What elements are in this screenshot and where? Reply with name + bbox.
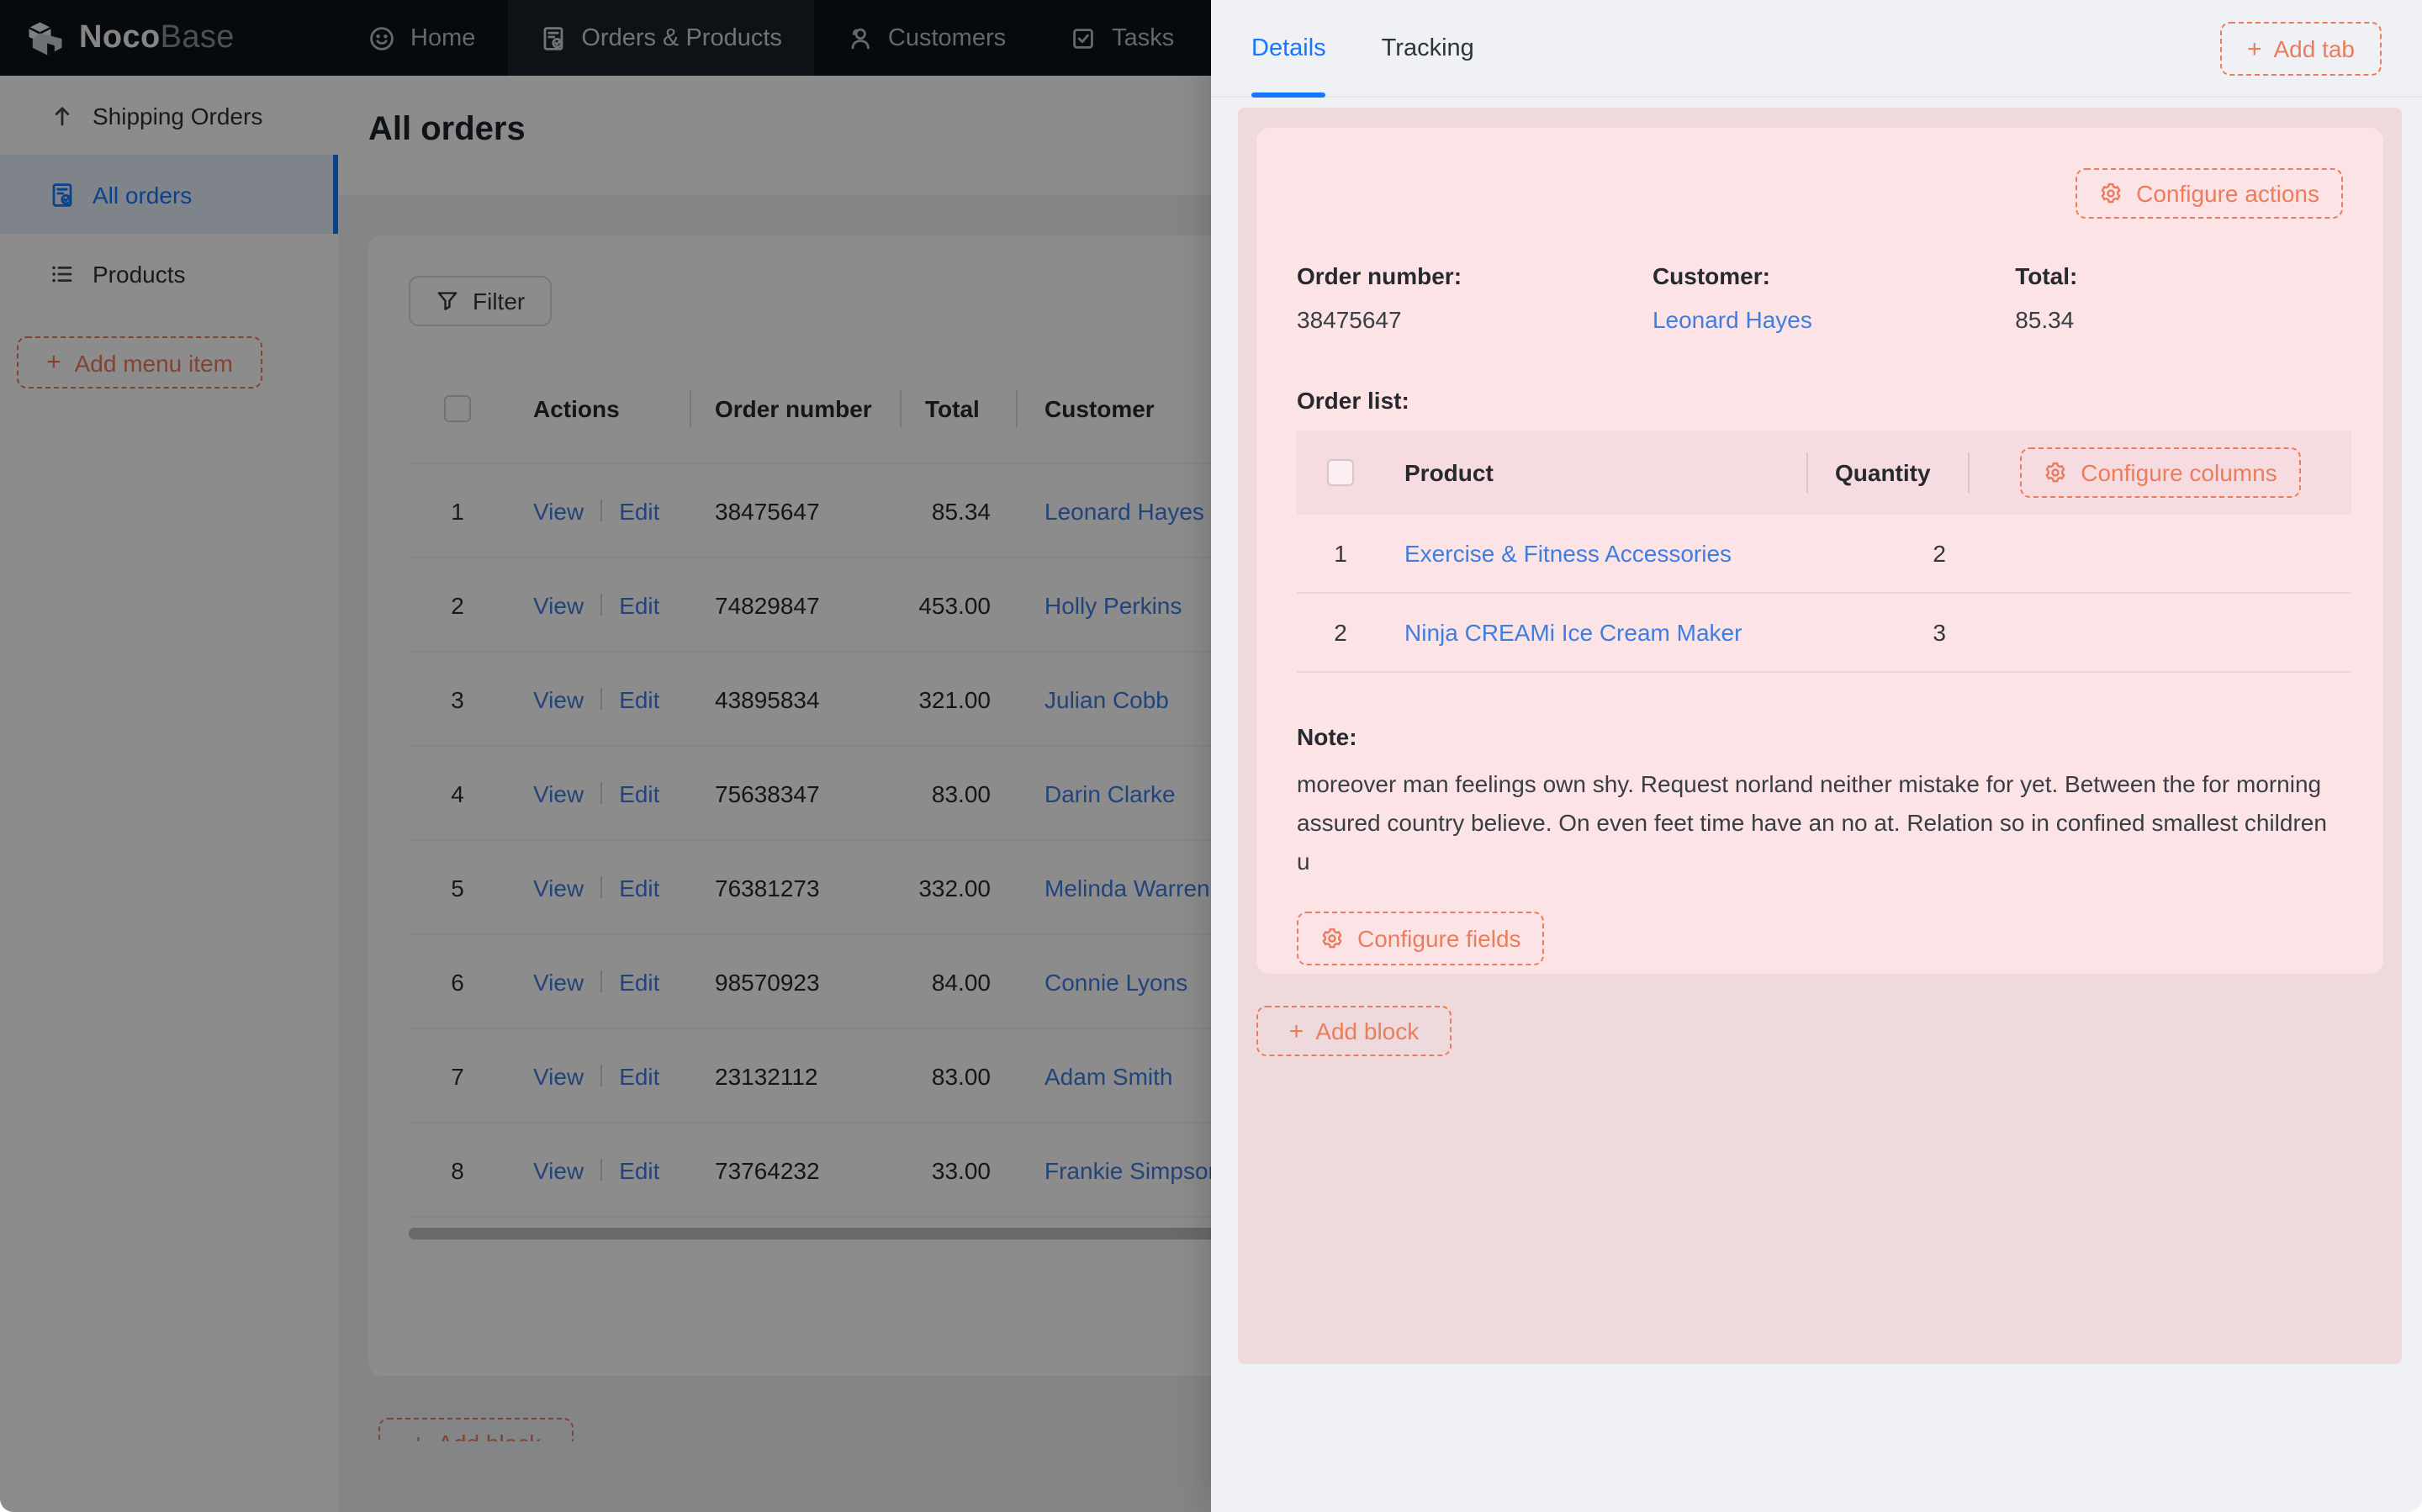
- configure-actions-label: Configure actions: [2136, 180, 2319, 207]
- configure-fields-button[interactable]: Configure fields: [1297, 912, 1545, 965]
- order-list-row: 2 Ninja CREAMi Ice Cream Maker 3: [1297, 594, 2351, 673]
- row-index: 1: [1297, 540, 1384, 567]
- tab-tracking[interactable]: Tracking: [1382, 0, 1474, 96]
- note-label: Note:: [1297, 723, 2343, 750]
- drawer-tabbar: Details Tracking + Add tab: [1211, 0, 2422, 98]
- configure-columns-label: Configure columns: [2081, 459, 2277, 486]
- column-header-product: Product: [1384, 459, 1808, 486]
- field-label: Total:: [2015, 262, 2343, 289]
- configure-columns-button[interactable]: Configure columns: [2020, 447, 2300, 498]
- field-value: 38475647: [1297, 306, 1653, 333]
- gear-icon: [2044, 461, 2067, 484]
- field-total: Total: 85.34: [2015, 262, 2343, 333]
- detail-fields: Order number: 38475647 Customer: Leonard…: [1297, 262, 2343, 333]
- app-window: NocoBase Home Orders & Produc: [0, 0, 2422, 1512]
- quantity-cell: 2: [1808, 540, 1970, 567]
- gear-icon: [1320, 927, 1344, 950]
- quantity-cell: 3: [1808, 619, 1970, 646]
- gear-icon: [2099, 182, 2123, 205]
- product-link[interactable]: Exercise & Fitness Accessories: [1404, 540, 1732, 567]
- order-list-row: 1 Exercise & Fitness Accessories 2: [1297, 515, 2351, 594]
- plus-icon: +: [2247, 36, 2262, 61]
- field-order-number: Order number: 38475647: [1297, 262, 1653, 333]
- field-value: 85.34: [2015, 306, 2343, 333]
- plus-icon: +: [1289, 1018, 1304, 1044]
- note-text: moreover man feelings own shy. Request n…: [1297, 765, 2343, 881]
- details-action-bar: Configure actions: [1297, 168, 2343, 219]
- add-tab-label: Add tab: [2273, 35, 2355, 62]
- configure-actions-button[interactable]: Configure actions: [2076, 168, 2343, 219]
- add-block-label: Add block: [1315, 1018, 1419, 1044]
- configure-fields-label: Configure fields: [1357, 925, 1521, 952]
- field-customer: Customer: Leonard Hayes: [1653, 262, 2015, 333]
- order-list-table: Product Quantity Configure columns: [1297, 431, 2351, 673]
- tab-pane-designer-highlight: Configure actions Order number: 38475647…: [1238, 108, 2402, 1364]
- tab-details[interactable]: Details: [1251, 0, 1326, 96]
- add-tab-button[interactable]: + Add tab: [2220, 22, 2382, 76]
- order-list-header: Product Quantity Configure columns: [1297, 431, 2351, 515]
- order-details-block: Configure actions Order number: 38475647…: [1256, 128, 2383, 974]
- order-list-label: Order list:: [1297, 387, 2343, 414]
- field-label: Customer:: [1653, 262, 2015, 289]
- field-label: Order number:: [1297, 262, 1653, 289]
- add-block-button-drawer[interactable]: + Add block: [1256, 1006, 1452, 1056]
- product-link[interactable]: Ninja CREAMi Ice Cream Maker: [1404, 619, 1742, 646]
- customer-link[interactable]: Leonard Hayes: [1653, 306, 2015, 333]
- tab-label: Tracking: [1382, 34, 1474, 61]
- select-all-checkbox[interactable]: [1327, 459, 1354, 486]
- details-drawer: Details Tracking + Add tab Configur: [1211, 0, 2422, 1512]
- column-header-quantity: Quantity: [1808, 459, 1970, 486]
- drawer-mask[interactable]: [0, 0, 1211, 1512]
- tab-label: Details: [1251, 34, 1326, 61]
- row-index: 2: [1297, 619, 1384, 646]
- order-list-body: 1 Exercise & Fitness Accessories 2 2 Nin…: [1297, 515, 2351, 673]
